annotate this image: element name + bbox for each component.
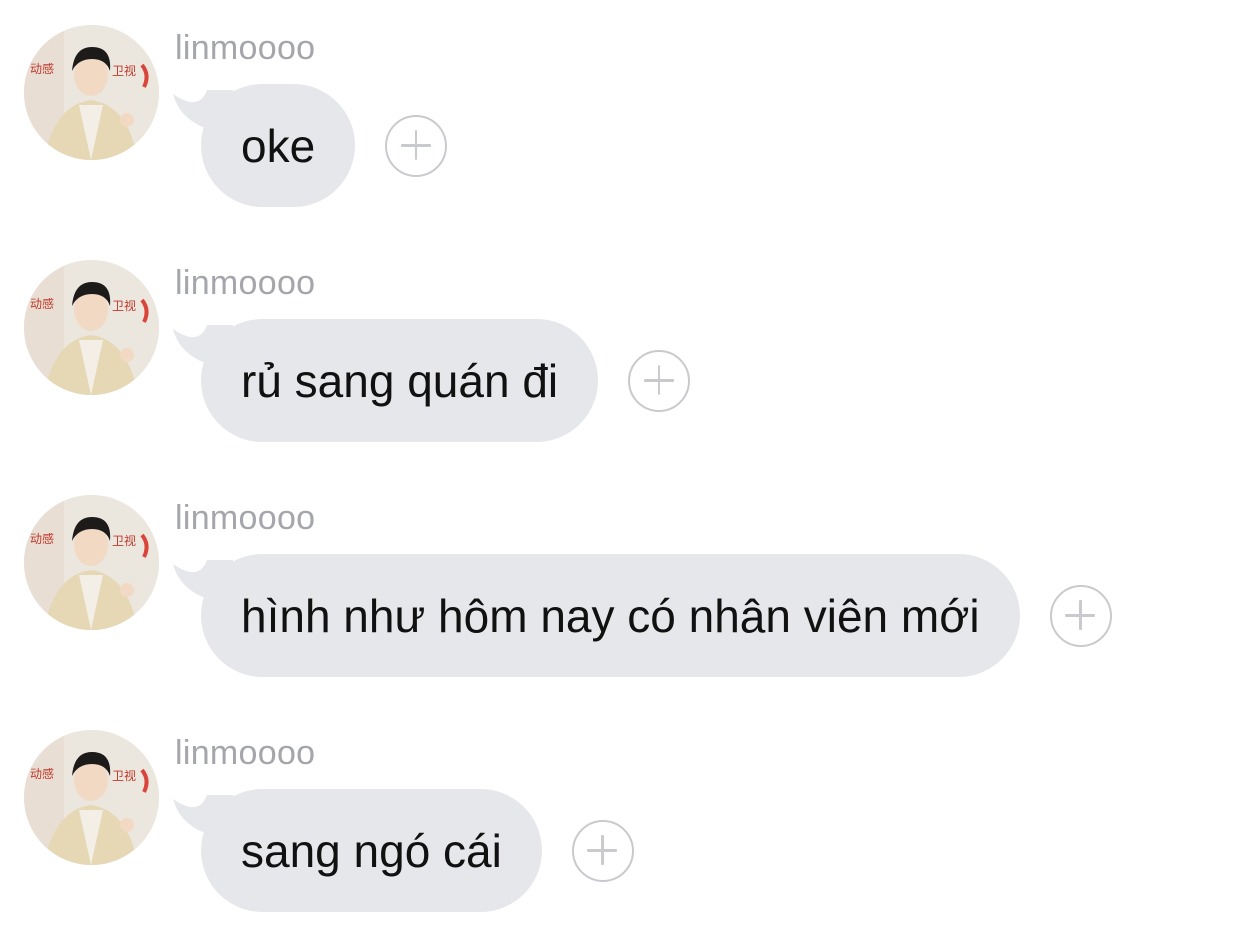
svg-text:卫视: 卫视 xyxy=(112,533,136,548)
avatar[interactable]: 动感 卫视 xyxy=(24,495,159,630)
avatar[interactable]: 动感 卫视 xyxy=(24,730,159,865)
sender-name: linmoooo xyxy=(175,734,316,772)
plus-circle-icon[interactable] xyxy=(628,349,691,412)
bubble-tail xyxy=(173,795,233,839)
bubble-tail xyxy=(173,90,233,134)
message-text: sang ngó cái xyxy=(241,824,502,877)
message-thread: 动感 卫视 linmoooo oke 动感 卫视 linmoooo rủ san… xyxy=(0,0,1242,941)
message-content: hình như hôm nay có nhân viên mới xyxy=(173,554,1112,677)
message-row: 动感 卫视 linmoooo oke xyxy=(0,0,1242,207)
svg-text:卫视: 卫视 xyxy=(112,298,136,313)
svg-text:动感: 动感 xyxy=(30,766,54,781)
message-text: rủ sang quán đi xyxy=(241,354,559,407)
plus-circle-icon[interactable] xyxy=(571,819,634,882)
message-row: 动感 卫视 linmoooo sang ngó cái xyxy=(0,705,1242,912)
message-content: sang ngó cái xyxy=(173,789,634,912)
svg-text:卫视: 卫视 xyxy=(112,768,136,783)
message-text: oke xyxy=(241,119,316,172)
sender-name: linmoooo xyxy=(175,29,316,67)
message-bubble[interactable]: oke xyxy=(173,84,356,207)
avatar[interactable]: 动感 卫视 xyxy=(24,260,159,395)
svg-text:卫视: 卫视 xyxy=(112,63,136,78)
message-text: hình như hôm nay có nhân viên mới xyxy=(241,589,980,642)
svg-text:动感: 动感 xyxy=(30,296,54,311)
bubble-tail xyxy=(173,325,233,369)
message-bubble[interactable]: sang ngó cái xyxy=(173,789,542,912)
avatar[interactable]: 动感 卫视 xyxy=(24,25,159,160)
message-row: 动感 卫视 linmoooo hình như hôm nay có nhân … xyxy=(0,470,1242,677)
message-row: 动感 卫视 linmoooo rủ sang quán đi xyxy=(0,235,1242,442)
message-bubble[interactable]: rủ sang quán đi xyxy=(173,319,599,442)
sender-name: linmoooo xyxy=(175,499,316,537)
svg-text:动感: 动感 xyxy=(30,531,54,546)
bubble-tail xyxy=(173,560,233,604)
sender-name: linmoooo xyxy=(175,264,316,302)
message-content: rủ sang quán đi xyxy=(173,319,691,442)
message-bubble[interactable]: hình như hôm nay có nhân viên mới xyxy=(173,554,1020,677)
svg-text:动感: 动感 xyxy=(30,61,54,76)
message-content: oke xyxy=(173,84,448,207)
plus-circle-icon[interactable] xyxy=(1049,584,1112,647)
plus-circle-icon[interactable] xyxy=(385,114,448,177)
